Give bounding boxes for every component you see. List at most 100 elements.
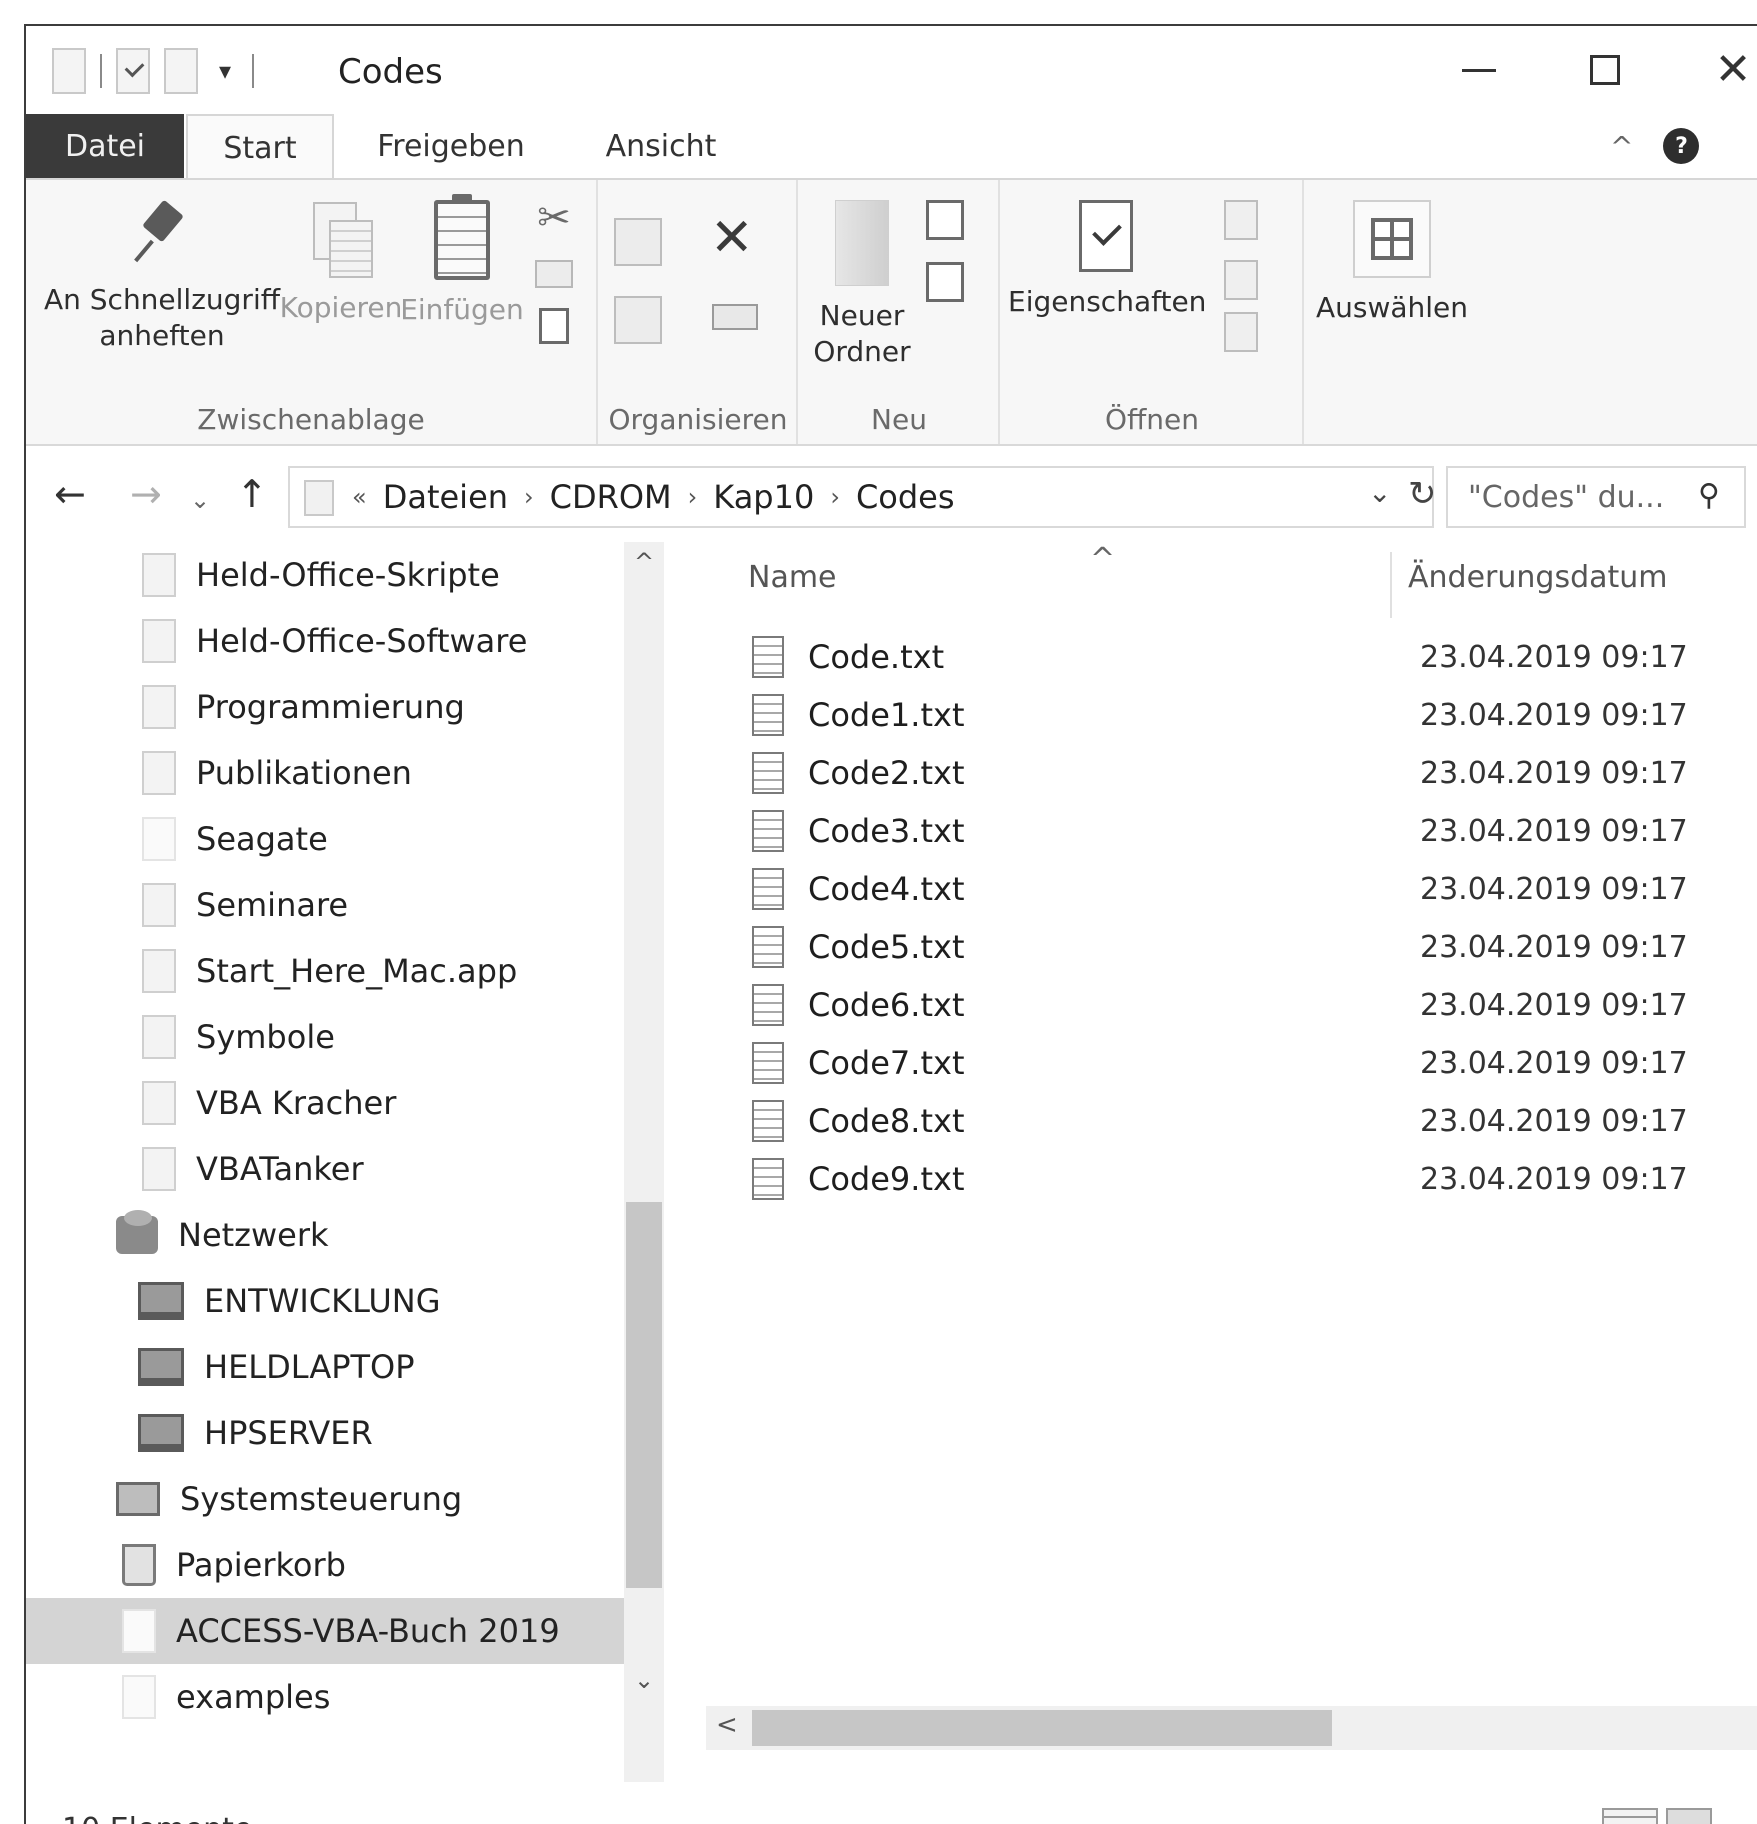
edit-button[interactable] [1224, 260, 1268, 304]
address-bar[interactable]: « Dateien › CDROM › Kap10 › Codes ⌄ ↻ [288, 466, 1437, 528]
computer-icon [138, 1348, 184, 1386]
nav-item-label: Papierkorb [176, 1546, 346, 1584]
back-arrow-icon[interactable]: ← [54, 472, 86, 516]
column-header-modified[interactable]: Änderungsdatum [1408, 560, 1668, 595]
tab-file[interactable]: Datei [26, 114, 184, 178]
copy-button[interactable]: Kopieren [278, 200, 404, 326]
properties-button[interactable]: Eigenschaften [1008, 200, 1206, 320]
cut-button[interactable]: ✂ [532, 196, 576, 240]
nav-item-access-vba-buch-2019[interactable]: ACCESS-VBA-Buch 2019 [26, 1598, 648, 1664]
file-row[interactable]: Code6.txt 23.04.2019 09:17 [752, 976, 1757, 1034]
nav-item-hpserver[interactable]: HPSERVER [26, 1400, 648, 1466]
nav-item-label: Netzwerk [178, 1216, 329, 1254]
nav-item-held-office-skripte[interactable]: Held-Office-Skripte [26, 542, 648, 608]
file-modified: 23.04.2019 09:17 [1420, 1045, 1688, 1081]
breadcrumb-item[interactable]: Dateien [383, 478, 508, 516]
column-divider[interactable] [1390, 552, 1392, 618]
file-row[interactable]: Code.txt 23.04.2019 09:17 [752, 628, 1757, 686]
text-file-icon [752, 868, 784, 910]
open-icon [1224, 200, 1258, 240]
file-row[interactable]: Code5.txt 23.04.2019 09:17 [752, 918, 1757, 976]
collapse-ribbon-icon[interactable]: ^ [1610, 130, 1633, 163]
nav-item-symbole[interactable]: Symbole [26, 1004, 648, 1070]
file-row[interactable]: Code4.txt 23.04.2019 09:17 [752, 860, 1757, 918]
file-row[interactable]: Code7.txt 23.04.2019 09:17 [752, 1034, 1757, 1092]
details-view-icon[interactable] [1602, 1808, 1658, 1824]
breadcrumb-item[interactable]: Codes [856, 478, 955, 516]
address-dropdown-icon[interactable]: ⌄ [1368, 476, 1391, 509]
select-button[interactable]: Auswählen [1314, 200, 1470, 326]
open-button[interactable] [1224, 200, 1268, 244]
breadcrumb-chevron-icon[interactable]: › [688, 483, 698, 511]
scrollbar-thumb[interactable] [752, 1710, 1332, 1746]
search-icon[interactable]: ⚲ [1698, 478, 1720, 513]
properties-icon[interactable] [116, 48, 150, 94]
nav-item-entwicklung[interactable]: ENTWICKLUNG [26, 1268, 648, 1334]
pin-quick-access-button[interactable]: An Schnellzugriff anheften [42, 200, 282, 354]
maximize-button[interactable] [1550, 26, 1660, 114]
nav-item-seminare[interactable]: Seminare [26, 872, 648, 938]
nav-item-examples[interactable]: examples [26, 1664, 648, 1730]
scroll-left-icon[interactable]: < [716, 1710, 738, 1740]
breadcrumb-item[interactable]: CDROM [550, 478, 672, 516]
scroll-down-icon[interactable]: ⌄ [624, 1666, 664, 1694]
nav-item-publikationen[interactable]: Publikationen [26, 740, 648, 806]
copy-to-button[interactable] [614, 296, 684, 344]
new-folder-icon[interactable] [164, 48, 198, 94]
nav-item-label: Programmierung [196, 688, 465, 726]
nav-item-held-office-software[interactable]: Held-Office-Software [26, 608, 648, 674]
rename-button[interactable] [712, 304, 772, 348]
close-button[interactable]: ✕ [1678, 26, 1757, 114]
column-header-name[interactable]: Name [748, 560, 837, 595]
breadcrumb-chevron-icon[interactable]: › [830, 483, 840, 511]
nav-item-vbatanker[interactable]: VBATanker [26, 1136, 648, 1202]
quick-access-folder-icon[interactable] [52, 48, 86, 94]
easy-access-button[interactable] [926, 262, 970, 306]
group-new: Neuer Ordner Neu [800, 180, 1000, 444]
nav-item-label: Seminare [196, 886, 349, 924]
file-modified: 23.04.2019 09:17 [1420, 871, 1688, 907]
nav-pane-scrollbar[interactable]: ^ ⌄ [624, 542, 664, 1782]
paste-shortcut-button[interactable] [532, 304, 576, 348]
customize-toolbar-dropdown[interactable]: ▾ [212, 59, 238, 83]
nav-item-papierkorb[interactable]: Papierkorb [26, 1532, 648, 1598]
up-arrow-icon[interactable]: ↑ [236, 472, 268, 516]
nav-item-vba-kracher[interactable]: VBA Kracher [26, 1070, 648, 1136]
nav-item-systemsteuerung[interactable]: Systemsteuerung [26, 1466, 648, 1532]
search-input[interactable]: "Codes" du... ⚲ [1446, 466, 1746, 528]
breadcrumb-overflow-icon[interactable]: « [352, 483, 367, 511]
nav-item-start-here-mac[interactable]: Start_Here_Mac.app [26, 938, 648, 1004]
file-row[interactable]: Code1.txt 23.04.2019 09:17 [752, 686, 1757, 744]
nav-item-heldlaptop[interactable]: HELDLAPTOP [26, 1334, 648, 1400]
new-item-button[interactable] [926, 200, 970, 244]
help-icon[interactable]: ? [1663, 128, 1700, 164]
nav-item-netzwerk[interactable]: Netzwerk [26, 1202, 648, 1268]
nav-item-label: ACCESS-VBA-Buch 2019 [176, 1612, 560, 1650]
file-row[interactable]: Code8.txt 23.04.2019 09:17 [752, 1092, 1757, 1150]
copy-path-button[interactable] [532, 252, 576, 296]
file-row[interactable]: Code2.txt 23.04.2019 09:17 [752, 744, 1757, 802]
move-to-button[interactable] [614, 218, 684, 266]
paste-button[interactable]: Einfügen [398, 194, 526, 328]
breadcrumb-chevron-icon[interactable]: › [524, 483, 534, 511]
scroll-up-icon[interactable]: ^ [624, 548, 664, 576]
scrollbar-thumb[interactable] [626, 1202, 662, 1588]
new-folder-button[interactable]: Neuer Ordner [806, 200, 918, 370]
tab-view[interactable]: Ansicht [586, 114, 736, 178]
large-icons-view-icon[interactable] [1666, 1808, 1712, 1824]
forward-arrow-icon[interactable]: → [130, 472, 162, 516]
breadcrumb-item[interactable]: Kap10 [713, 478, 814, 516]
nav-item-seagate[interactable]: Seagate [26, 806, 648, 872]
file-name: Code3.txt [808, 812, 965, 850]
tab-start[interactable]: Start [186, 114, 334, 180]
recent-locations-icon[interactable]: ⌄ [190, 478, 210, 522]
file-row[interactable]: Code3.txt 23.04.2019 09:17 [752, 802, 1757, 860]
delete-button[interactable]: ✕ [710, 212, 790, 264]
tab-share[interactable]: Freigeben [366, 114, 536, 178]
refresh-icon[interactable]: ↻ [1408, 474, 1437, 514]
horizontal-scrollbar[interactable]: < > [706, 1706, 1757, 1750]
file-row[interactable]: Code9.txt 23.04.2019 09:17 [752, 1150, 1757, 1208]
history-button[interactable] [1224, 312, 1268, 356]
nav-item-programmierung[interactable]: Programmierung [26, 674, 648, 740]
minimize-button[interactable] [1424, 26, 1534, 114]
